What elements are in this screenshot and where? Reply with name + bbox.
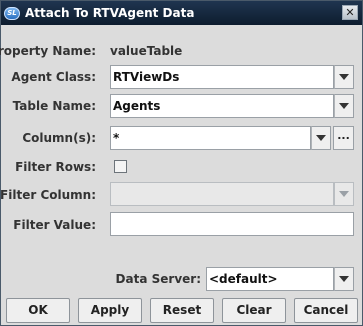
columns-dropdown-button[interactable] [311, 126, 331, 150]
chevron-down-icon [339, 276, 349, 282]
reset-button[interactable]: Reset [150, 298, 214, 323]
close-icon[interactable]: ✕ [342, 5, 358, 20]
table-name-label: Table Name: [12, 99, 96, 113]
apply-button[interactable]: Apply [78, 298, 142, 323]
filter-rows-label: Filter Rows: [15, 160, 96, 174]
property-name-label: Property Name: [0, 44, 96, 58]
sl-logo-icon: SL [4, 6, 20, 20]
filter-rows-checkbox[interactable] [114, 160, 127, 173]
property-name-value: valueTable [110, 44, 183, 58]
filter-column-label: Filter Column: [0, 188, 96, 202]
filter-value-input[interactable] [110, 212, 354, 236]
agent-class-label: Agent Class: [11, 70, 96, 84]
clear-button[interactable]: Clear [222, 298, 286, 323]
agent-class-dropdown-button[interactable] [334, 65, 354, 89]
table-name-select[interactable]: Agents [110, 94, 334, 118]
table-name-dropdown-button[interactable] [334, 94, 354, 118]
columns-select[interactable]: * [110, 126, 311, 150]
data-server-label: Data Server: [115, 272, 201, 286]
chevron-down-icon [339, 74, 349, 80]
data-server-dropdown-button[interactable] [334, 267, 354, 291]
filter-column-select[interactable] [110, 182, 334, 206]
columns-browse-button[interactable]: ... [333, 126, 354, 150]
chevron-down-icon [316, 135, 326, 141]
chevron-down-icon [339, 103, 349, 109]
columns-label: Column(s): [22, 131, 96, 145]
ok-button[interactable]: OK [6, 298, 70, 323]
cancel-button[interactable]: Cancel [294, 298, 358, 323]
agent-class-select[interactable]: RTViewDs [110, 65, 334, 89]
attach-dialog: SL Attach To RTVAgent Data ✕ Property Na… [0, 0, 363, 326]
data-server-select[interactable]: <default> [206, 267, 334, 291]
filter-value-label: Filter Value: [13, 218, 96, 232]
title-bar[interactable]: SL Attach To RTVAgent Data ✕ [1, 1, 362, 25]
window-title: Attach To RTVAgent Data [25, 6, 195, 20]
filter-column-dropdown-button[interactable] [334, 182, 354, 206]
chevron-down-icon [339, 191, 349, 197]
